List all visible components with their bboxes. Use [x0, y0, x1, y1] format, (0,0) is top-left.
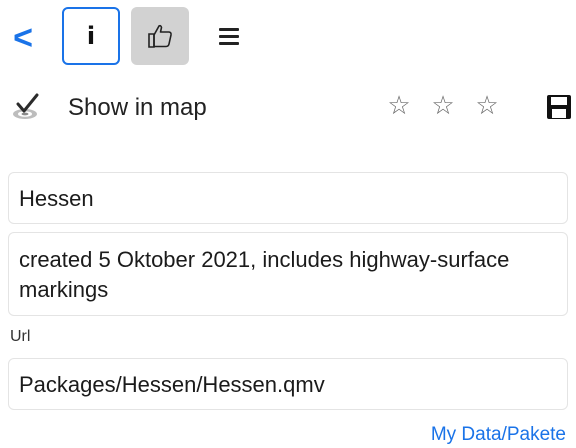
- like-button[interactable]: [131, 7, 189, 65]
- show-in-map-checkbox-icon[interactable]: [10, 92, 42, 122]
- description-field[interactable]: created 5 Oktober 2021, includes highway…: [8, 232, 568, 316]
- thumbs-up-icon: [148, 24, 172, 48]
- menu-button[interactable]: [200, 7, 258, 65]
- hamburger-menu-icon: [219, 24, 239, 49]
- rating-star-3-icon[interactable]: ☆: [472, 90, 502, 122]
- rating-star-1-icon[interactable]: ☆: [384, 90, 414, 122]
- name-field[interactable]: Hessen: [8, 172, 568, 224]
- info-icon: i: [86, 22, 96, 50]
- toolbar: < i: [0, 0, 576, 72]
- rating-star-2-icon[interactable]: ☆: [428, 90, 458, 122]
- my-data-link[interactable]: My Data/Pakete: [431, 424, 566, 446]
- back-button[interactable]: <: [8, 18, 38, 58]
- url-field[interactable]: Packages/Hessen/Hessen.qmv: [8, 358, 568, 410]
- show-in-map-label: Show in map: [68, 94, 207, 121]
- save-icon[interactable]: [546, 94, 572, 120]
- info-button[interactable]: i: [62, 7, 120, 65]
- url-label: Url: [10, 328, 31, 345]
- show-in-map-row: Show in map ☆ ☆ ☆: [0, 84, 576, 132]
